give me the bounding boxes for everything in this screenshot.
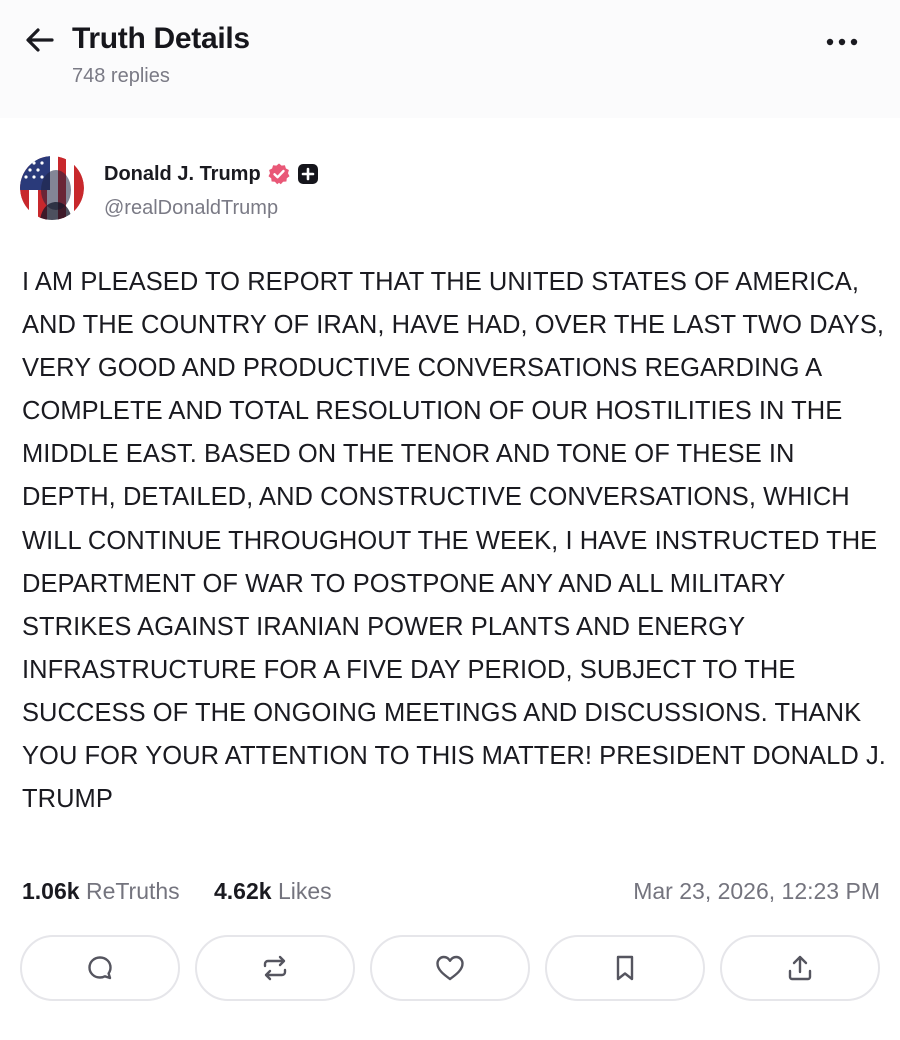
- page-header: Truth Details 748 replies: [0, 0, 900, 118]
- more-horizontal-icon: [826, 38, 858, 46]
- retruth-button[interactable]: [195, 935, 355, 1001]
- likes-label: Likes: [277, 878, 332, 904]
- verified-badge-icon: [268, 163, 290, 185]
- retruth-icon: [263, 955, 287, 981]
- share-button[interactable]: [720, 935, 880, 1001]
- post-author: Donald J. Trump @realDonaldTrump: [20, 156, 620, 222]
- post-timestamp: Mar 23, 2026, 12:23 PM: [633, 878, 880, 904]
- likes-count: 4.62k: [214, 878, 272, 904]
- author-handle[interactable]: @realDonaldTrump: [104, 197, 278, 220]
- back-button[interactable]: [22, 24, 58, 56]
- share-icon: [788, 955, 812, 981]
- reply-button[interactable]: [20, 935, 180, 1001]
- post-body-text: I AM PLEASED TO REPORT THAT THE UNITED S…: [22, 268, 886, 814]
- retruths-count: 1.06k: [22, 878, 80, 904]
- post-actions: [20, 935, 882, 1001]
- author-name-row: Donald J. Trump: [104, 162, 319, 186]
- post-stats: 1.06k ReTruths 4.62k Likes Mar 23, 2026,…: [22, 878, 880, 912]
- reply-count: 748 replies: [72, 65, 170, 87]
- author-name[interactable]: Donald J. Trump: [104, 163, 261, 186]
- reply-icon: [88, 956, 112, 980]
- more-options-button[interactable]: [818, 28, 866, 56]
- bookmark-icon: [616, 955, 634, 981]
- like-button[interactable]: [370, 935, 530, 1001]
- arrow-left-icon: [26, 28, 54, 52]
- retruths-stat[interactable]: 1.06k ReTruths: [22, 878, 180, 905]
- avatar[interactable]: [20, 156, 84, 220]
- likes-stat[interactable]: 4.62k Likes: [214, 878, 332, 905]
- page-title: Truth Details: [72, 22, 250, 55]
- bookmark-button[interactable]: [545, 935, 705, 1001]
- avatar-image: [20, 156, 84, 220]
- heart-icon: [436, 955, 464, 981]
- retruths-label: ReTruths: [85, 878, 180, 904]
- plus-badge-icon: [297, 164, 318, 184]
